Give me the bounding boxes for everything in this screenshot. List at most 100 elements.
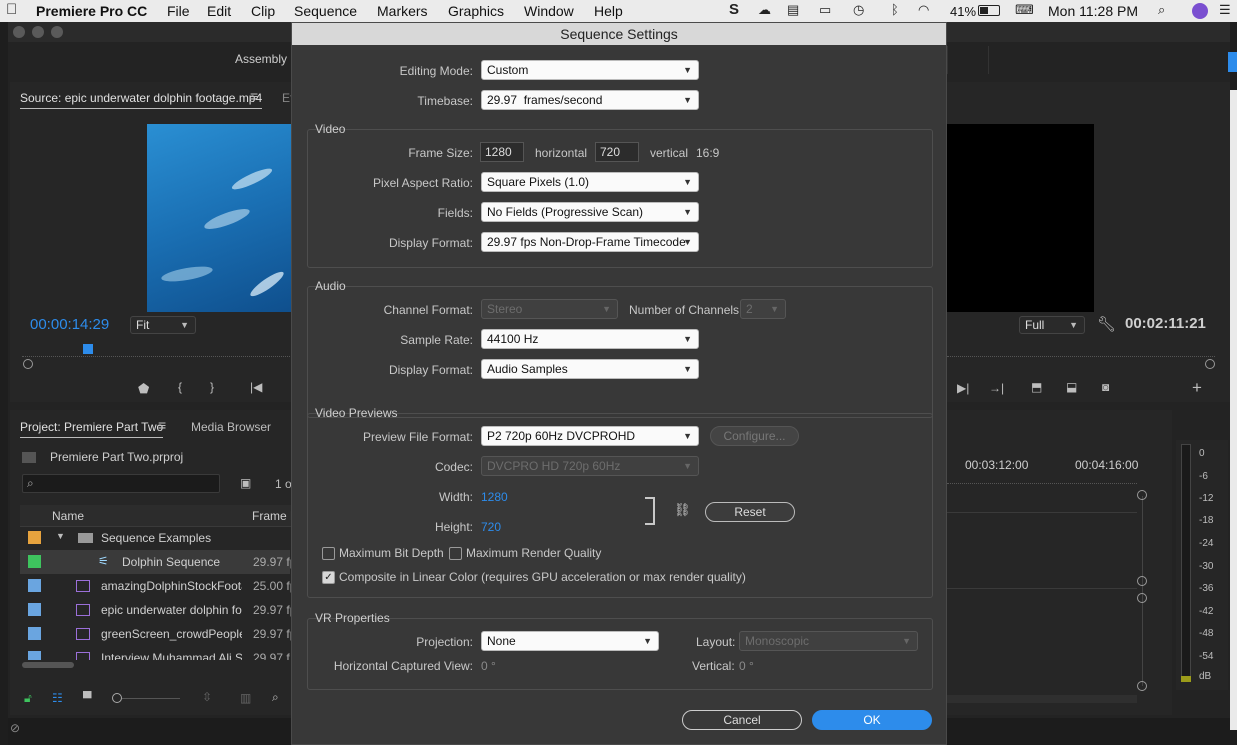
- audio-display-format-select[interactable]: Audio Samples ▼: [481, 359, 699, 379]
- project-row[interactable]: epic underwater dolphin foot 29.97 fp: [20, 598, 296, 622]
- timeline-scroll-handle[interactable]: [1137, 490, 1147, 500]
- workspace-tab[interactable]: [947, 46, 989, 74]
- projection-select[interactable]: None ▼: [481, 631, 659, 651]
- scrivener-icon[interactable]: S: [729, 1, 739, 18]
- codec-select[interactable]: DVCPRO HD 720p 60Hz ▼: [481, 456, 699, 476]
- sample-rate-select[interactable]: 44100 Hz ▼: [481, 329, 699, 349]
- pixel-aspect-ratio-select[interactable]: Square Pixels (1.0) ▼: [481, 172, 699, 192]
- icon-view-icon[interactable]: ▀: [83, 691, 92, 705]
- video-display-format-select[interactable]: 29.97 fps Non-Drop-Frame Timecode ▼: [481, 232, 699, 252]
- mark-in-icon[interactable]: {: [178, 380, 182, 394]
- source-timecode[interactable]: 00:00:14:29: [30, 316, 109, 333]
- timeline-scrollbar[interactable]: [947, 695, 1137, 703]
- project-row[interactable]: ▼ Sequence Examples: [20, 526, 290, 550]
- project-row[interactable]: ⚟ Dolphin Sequence 29.97 fp: [20, 550, 296, 574]
- spotlight-icon[interactable]: ⌕: [1158, 2, 1165, 18]
- timeline-ruler[interactable]: [947, 476, 1137, 484]
- extract-icon[interactable]: ⬓: [1066, 380, 1077, 394]
- number-of-channels-select[interactable]: 2 ▼: [740, 299, 786, 319]
- project-search-input[interactable]: ⌕: [22, 474, 220, 493]
- apple-icon[interactable]: : [6, 1, 17, 18]
- editing-mode-select[interactable]: Custom ▼: [481, 60, 699, 80]
- go-to-out-icon[interactable]: →|: [989, 381, 1004, 395]
- program-timecode[interactable]: 00:02:11:21: [1125, 315, 1206, 332]
- configure-button[interactable]: Configure...: [710, 426, 799, 446]
- window-minimize-button[interactable]: [32, 26, 44, 38]
- reset-button[interactable]: Reset: [705, 502, 795, 522]
- sort-icon[interactable]: ⇳: [202, 690, 212, 704]
- menu-edit[interactable]: Edit: [207, 3, 231, 19]
- siri-icon[interactable]: [1192, 3, 1208, 19]
- list-view-icon[interactable]: ☷: [52, 691, 63, 705]
- project-tab-menu-icon[interactable]: ≡: [158, 417, 166, 433]
- timeline-scroll-handle[interactable]: [1137, 593, 1147, 603]
- frame-height-input[interactable]: 720: [595, 142, 639, 162]
- preview-height-value[interactable]: 720: [481, 520, 501, 534]
- menu-file[interactable]: File: [167, 3, 190, 19]
- source-playhead[interactable]: [83, 344, 93, 354]
- timeline-scroll-handle[interactable]: [1137, 576, 1147, 586]
- project-row[interactable]: Interview Muhammad Ali Str 29.97 fp: [20, 646, 290, 660]
- step-forward-icon[interactable]: ▶|: [957, 381, 969, 395]
- notification-center-icon[interactable]: ☰: [1219, 2, 1231, 18]
- source-tab[interactable]: Source: epic underwater dolphin footage.…: [20, 91, 263, 109]
- menu-sequence[interactable]: Sequence: [294, 3, 357, 19]
- zoom-slider-handle[interactable]: [112, 693, 122, 703]
- source-time-ruler[interactable]: [22, 347, 290, 357]
- window-zoom-button[interactable]: [51, 26, 63, 38]
- menu-clip[interactable]: Clip: [251, 3, 275, 19]
- preview-width-value[interactable]: 1280: [481, 490, 508, 504]
- source-tab-menu-icon[interactable]: ≡: [250, 88, 258, 104]
- airplay-icon[interactable]: ▭: [819, 2, 831, 18]
- source-zoom-handle[interactable]: [23, 359, 33, 369]
- menu-help[interactable]: Help: [594, 3, 623, 19]
- automate-icon[interactable]: ▥: [240, 691, 251, 705]
- go-to-in-icon[interactable]: |◀: [250, 380, 262, 394]
- frame-width-input[interactable]: 1280: [480, 142, 524, 162]
- new-search-bin-icon[interactable]: ▣: [240, 476, 251, 490]
- project-row[interactable]: greenScreen_crowdPeople.m 29.97 fp: [20, 622, 296, 646]
- max-bit-depth-checkbox[interactable]: [322, 547, 335, 560]
- menu-window[interactable]: Window: [524, 3, 574, 19]
- channel-format-select[interactable]: Stereo ▼: [481, 299, 618, 319]
- window-close-button[interactable]: [13, 26, 25, 38]
- keyboard-icon[interactable]: ⌨: [1015, 2, 1034, 18]
- vertical-view-value[interactable]: 0 °: [739, 659, 754, 673]
- program-quality-select[interactable]: Full ▼: [1019, 316, 1085, 334]
- lift-icon[interactable]: ⬒: [1031, 380, 1042, 394]
- app-menu[interactable]: Premiere Pro CC: [36, 3, 147, 19]
- program-zoom-handle[interactable]: [1205, 359, 1215, 369]
- clock[interactable]: Mon 11:28 PM: [1048, 3, 1138, 19]
- source-zoom-select[interactable]: Fit ▼: [130, 316, 196, 334]
- time-machine-icon[interactable]: ◷: [853, 2, 864, 18]
- drive-icon[interactable]: ▤: [787, 2, 799, 18]
- linear-color-checkbox[interactable]: ✓: [322, 571, 335, 584]
- preview-file-format-select[interactable]: P2 720p 60Hz DVCPROHD ▼: [481, 426, 699, 446]
- disclosure-icon[interactable]: ▼: [56, 531, 65, 541]
- wrench-icon[interactable]: 🔧︎: [1097, 315, 1116, 333]
- timebase-select[interactable]: 29.97 frames/second ▼: [481, 90, 699, 110]
- project-scrollbar[interactable]: [22, 662, 74, 668]
- battery-icon[interactable]: [978, 5, 1000, 16]
- find-icon[interactable]: ⌕: [272, 690, 279, 705]
- program-time-ruler[interactable]: [947, 347, 1215, 357]
- menu-markers[interactable]: Markers: [377, 3, 428, 19]
- lock-icon[interactable]: 🔓︎: [24, 691, 32, 706]
- fields-select[interactable]: No Fields (Progressive Scan) ▼: [481, 202, 699, 222]
- constrain-link-icon[interactable]: ⛓︎: [674, 502, 691, 518]
- menu-graphics[interactable]: Graphics: [448, 3, 504, 19]
- add-marker-icon[interactable]: ⬟: [138, 381, 149, 397]
- project-tab[interactable]: Project: Premiere Part Two: [20, 420, 164, 438]
- media-browser-tab[interactable]: Media Browser: [191, 420, 271, 434]
- project-row[interactable]: amazingDolphinStockFootag 25.00 fp: [20, 574, 296, 598]
- export-frame-icon[interactable]: ◙: [1102, 380, 1109, 394]
- wifi-icon[interactable]: ◠: [918, 2, 929, 18]
- bluetooth-icon[interactable]: ᛒ: [891, 2, 899, 17]
- mark-out-icon[interactable]: }: [210, 380, 214, 394]
- horizontal-captured-view-value[interactable]: 0 °: [481, 659, 496, 673]
- cloud-icon[interactable]: ☁: [758, 2, 771, 18]
- timeline-scroll-handle[interactable]: [1137, 681, 1147, 691]
- workspace-overflow-tab[interactable]: [1228, 52, 1237, 72]
- workspace-assembly[interactable]: Assembly: [235, 52, 287, 66]
- layout-select[interactable]: Monoscopic ▼: [739, 631, 918, 651]
